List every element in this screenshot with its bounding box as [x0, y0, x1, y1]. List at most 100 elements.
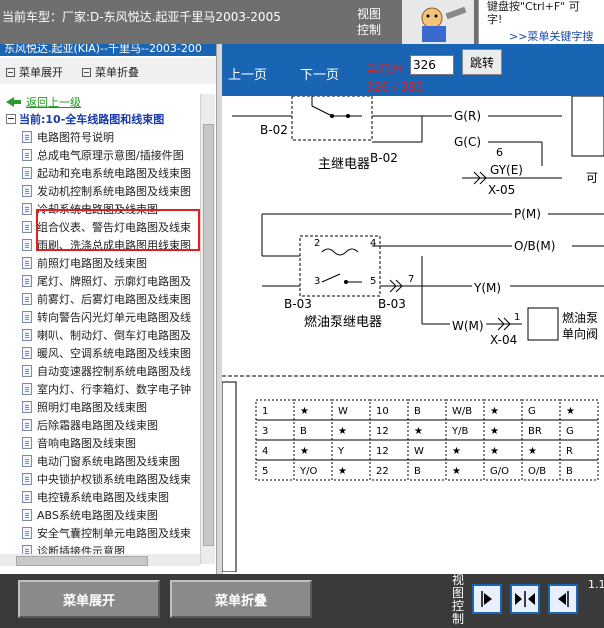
document-icon: [22, 329, 32, 341]
page-count: 326 / 385: [366, 80, 424, 94]
label-b03-left: B-03: [284, 297, 312, 311]
menu-keyword-search-link[interactable]: >>菜单关键字搜: [509, 28, 593, 44]
tree-item-label: 前雾灯、后雾灯电路图及线束图: [37, 293, 191, 306]
left-tree-panel: 东风悦达.起亚(KIA)--千里马--2003-200 菜单展开 菜单折叠 返回…: [0, 44, 216, 574]
document-icon: [22, 185, 32, 197]
connector-cell-label: Y: [337, 446, 345, 457]
document-icon: [22, 473, 32, 485]
tree-item[interactable]: 前雾灯、后雾灯电路图及线束图: [22, 290, 202, 308]
tree-item-label: 起动和充电系统电路图及线束图: [37, 167, 191, 180]
document-icon: [22, 239, 32, 251]
back-link[interactable]: 返回上一级: [6, 94, 81, 110]
label-p-m: P(M): [514, 207, 541, 221]
tree-item-label: 电路图符号说明: [37, 131, 114, 144]
connector-cell-label: 1: [262, 406, 268, 417]
tree-vertical-scrollbar[interactable]: [200, 94, 215, 564]
bottom-view-control-label: 视图控制: [452, 573, 465, 626]
square-icon: [82, 67, 91, 77]
connector-cell-label: 10: [376, 406, 389, 417]
tree-item[interactable]: 安全气囊控制单元电路图及线束: [22, 524, 202, 542]
connector-cell-label: ★: [414, 426, 423, 437]
connector-cell-label: ★: [566, 406, 575, 417]
view-right-button[interactable]: [472, 584, 502, 614]
current-folder-label: 当前:10-全车线路图和线束图: [19, 113, 165, 126]
label-pin-2: 2: [314, 238, 320, 249]
connector-cell-label: B: [300, 426, 307, 437]
tree-item[interactable]: 喇叭、制动灯、倒车灯电路图及: [22, 326, 202, 344]
document-icon: [22, 527, 32, 539]
tree-item-label: ABS系统电路图及线束图: [37, 509, 158, 522]
connector-cell-label: G/O: [490, 466, 509, 477]
label-x05: X-05: [488, 183, 515, 197]
tree-item[interactable]: 室内灯、行李箱灯、数字电子钟: [22, 380, 202, 398]
prev-page-button[interactable]: 上一页: [228, 64, 267, 83]
connector-cell-label: 5: [262, 466, 268, 477]
connector-cell-label: B: [414, 466, 421, 477]
connector-cell-label: W: [414, 446, 424, 457]
document-icon: [22, 347, 32, 359]
tree-item[interactable]: 发动机控制系统电路图及线束图: [22, 182, 202, 200]
scrollbar-thumb[interactable]: [203, 124, 214, 546]
tree-item[interactable]: 自动变速器控制系统电路图及线: [22, 362, 202, 380]
wiring-diagram-svg: B-02 B-02 主继电器 G(R) G(C) GY(E) 6 X-05 可 …: [222, 96, 604, 572]
connector-cell-label: ★: [338, 466, 347, 477]
view-left-button[interactable]: [548, 584, 578, 614]
tree-item[interactable]: 转向警告闪光灯单元电路图及线: [22, 308, 202, 326]
document-icon: [22, 293, 32, 305]
connector-cell-label: B: [566, 466, 573, 477]
view-control-label: 视图控制: [357, 7, 382, 37]
tree-item[interactable]: 前照灯电路图及线束图: [22, 254, 202, 272]
current-page-label: 当前为: [366, 62, 403, 76]
tree-item-label: 音响电路图及线束图: [37, 437, 136, 450]
tree-items: 电路图符号说明总成电气原理示意图/插接件图起动和充电系统电路图及线束图发动机控制…: [22, 128, 202, 560]
tree-item[interactable]: 电控镜系统电路图及线束图: [22, 488, 202, 506]
tree-item[interactable]: 总成电气原理示意图/插接件图: [22, 146, 202, 164]
arrows-inward-icon: [515, 591, 535, 607]
label-w-m: W(M): [452, 319, 484, 333]
tree-item-label: 室内灯、行李箱灯、数字电子钟: [37, 383, 191, 396]
wiring-diagram: B-02 B-02 主继电器 G(R) G(C) GY(E) 6 X-05 可 …: [222, 96, 604, 572]
tree-item[interactable]: 中央锁护权锁系统电路图及线束: [22, 470, 202, 488]
bottom-collapse-button[interactable]: 菜单折叠: [170, 580, 312, 618]
current-folder[interactable]: 当前:10-全车线路图和线束图: [6, 111, 164, 127]
tree-item[interactable]: 电路图符号说明: [22, 128, 202, 146]
search-hint-box: 键盘按"Ctrl+F" 可 字! >>菜单关键字搜: [478, 0, 604, 44]
bottom-expand-button[interactable]: 菜单展开: [18, 580, 160, 618]
tree-item[interactable]: 照明灯电路图及线束图: [22, 398, 202, 416]
label-fuel-pump-1: 燃油泵: [562, 310, 598, 325]
connector-cell-label: Y/O: [299, 466, 317, 477]
collapse-minus-icon[interactable]: [6, 114, 16, 124]
tree-horizontal-scrollbar[interactable]: [0, 554, 200, 566]
menu-expand-link[interactable]: 菜单展开: [6, 64, 63, 80]
left-panel-header: 东风悦达.起亚(KIA)--千里马--2003-200: [0, 44, 216, 56]
tree-item[interactable]: 电动门窗系统电路图及线束图: [22, 452, 202, 470]
label-g-r: G(R): [454, 109, 481, 123]
jump-button[interactable]: 跳转: [462, 49, 502, 75]
label-g-c: G(C): [454, 135, 481, 149]
connector-cell-label: W/B: [452, 406, 472, 417]
tree-item[interactable]: 后除霜器电路图及线束图: [22, 416, 202, 434]
tree-item[interactable]: 起动和充电系统电路图及线束图: [22, 164, 202, 182]
tree-item[interactable]: 尾灯、牌照灯、示廓灯电路图及: [22, 272, 202, 290]
tree-item[interactable]: ABS系统电路图及线束图: [22, 506, 202, 524]
connector-cell-label: ★: [452, 466, 461, 477]
tree-item-label: 电控镜系统电路图及线束图: [37, 491, 169, 504]
view-fit-button[interactable]: [510, 584, 540, 614]
scrollbar-thumb[interactable]: [16, 556, 148, 566]
tree-item-label: 后除霜器电路图及线束图: [37, 419, 158, 432]
label-b02-right: B-02: [370, 151, 398, 165]
tree-item[interactable]: 暖风、空调系统电路图及线束图: [22, 344, 202, 362]
tree-item[interactable]: 音响电路图及线束图: [22, 434, 202, 452]
menu-collapse-link[interactable]: 菜单折叠: [82, 64, 139, 80]
connector-table: 1 ★ W 10 B W/B ★ G ★ 3 B ★ 12 ★ Y/B ★ BR G 4 ★ Y 12 W ★ ★ ★ R 5 Y/O ★…: [255, 399, 599, 481]
document-icon: [22, 131, 32, 143]
label-pin-1: 1: [514, 312, 520, 323]
connector-cell-label: ★: [528, 446, 537, 457]
hint-text-line2: 字!: [487, 13, 503, 26]
document-icon: [22, 455, 32, 467]
page-number-input[interactable]: [410, 55, 454, 75]
document-icon: [22, 203, 32, 215]
label-main-relay: 主继电器: [318, 157, 370, 172]
next-page-button[interactable]: 下一页: [300, 64, 339, 83]
connector-cell-label: Y/B: [451, 426, 468, 437]
